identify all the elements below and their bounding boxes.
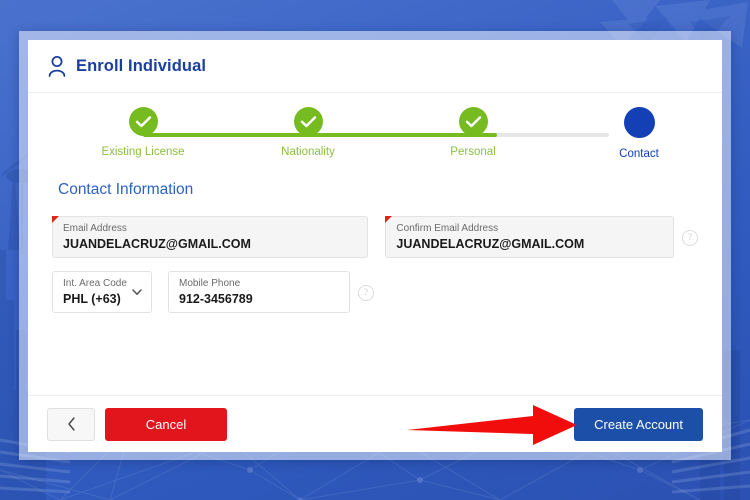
- create-account-button[interactable]: Create Account: [574, 407, 703, 441]
- step-label: Existing License: [101, 146, 185, 158]
- page-title: Enroll Individual: [76, 56, 207, 75]
- step-label: Personal: [450, 146, 496, 158]
- chevron-left-icon: [67, 417, 75, 431]
- confirm-email-field[interactable]: Confirm Email Address JUANDELACRUZ@GMAIL…: [385, 216, 674, 258]
- person-icon: [48, 56, 66, 77]
- cancel-button[interactable]: Cancel: [105, 407, 227, 441]
- email-field[interactable]: Email Address JUANDELACRUZ@GMAIL.COM: [52, 216, 369, 258]
- step-label: Contact: [619, 148, 659, 160]
- section-title: Contact Information: [58, 181, 194, 198]
- step-existing-license[interactable]: Existing License: [83, 107, 203, 158]
- phone-row: Int. Area Code PHL (+63) Mobile Phone 91…: [52, 271, 698, 313]
- card-header: Enroll Individual: [28, 40, 722, 93]
- contact-information-form: Contact Information Email Address JUANDE…: [28, 181, 722, 313]
- check-icon: [300, 116, 316, 128]
- step-indicator-done: [128, 107, 158, 136]
- check-icon: [135, 116, 151, 128]
- step-nationality[interactable]: Nationality: [248, 107, 368, 158]
- stepper-track: [143, 133, 609, 137]
- check-icon: [465, 116, 481, 128]
- confirm-email-field-value: JUANDELACRUZ@GMAIL.COM: [396, 237, 585, 251]
- chevron-down-icon: [132, 289, 142, 295]
- required-marker-icon: [385, 216, 393, 223]
- mobile-phone-value: 912-3456789: [179, 292, 253, 306]
- filled-circle-icon: [623, 107, 655, 138]
- email-row: Email Address JUANDELACRUZ@GMAIL.COM Con…: [52, 216, 698, 258]
- email-field-label: Email Address: [63, 223, 127, 234]
- int-area-code-value: PHL (+63): [63, 292, 121, 306]
- back-button[interactable]: [47, 407, 95, 441]
- enroll-individual-card: Enroll Individual Existing License Natio…: [28, 40, 722, 452]
- progress-stepper: Existing License Nationality Personal Co…: [42, 93, 708, 181]
- step-label: Nationality: [281, 146, 335, 158]
- step-indicator-done: [293, 107, 323, 136]
- mobile-phone-label: Mobile Phone: [179, 278, 241, 289]
- int-area-code-select[interactable]: Int. Area Code PHL (+63): [52, 271, 152, 313]
- step-contact[interactable]: Contact: [579, 107, 699, 160]
- int-area-code-label: Int. Area Code: [63, 278, 127, 289]
- confirm-email-field-label: Confirm Email Address: [396, 223, 499, 234]
- step-indicator-done: [458, 107, 488, 136]
- step-personal[interactable]: Personal: [413, 107, 533, 158]
- email-field-value: JUANDELACRUZ@GMAIL.COM: [63, 237, 251, 251]
- help-icon-confirm-email[interactable]: ?: [682, 230, 698, 246]
- card-footer: Cancel Create Account: [28, 395, 722, 452]
- mobile-phone-field[interactable]: Mobile Phone 912-3456789: [168, 271, 350, 313]
- required-marker-icon: [52, 216, 59, 223]
- help-icon-mobile-phone[interactable]: ?: [358, 285, 374, 301]
